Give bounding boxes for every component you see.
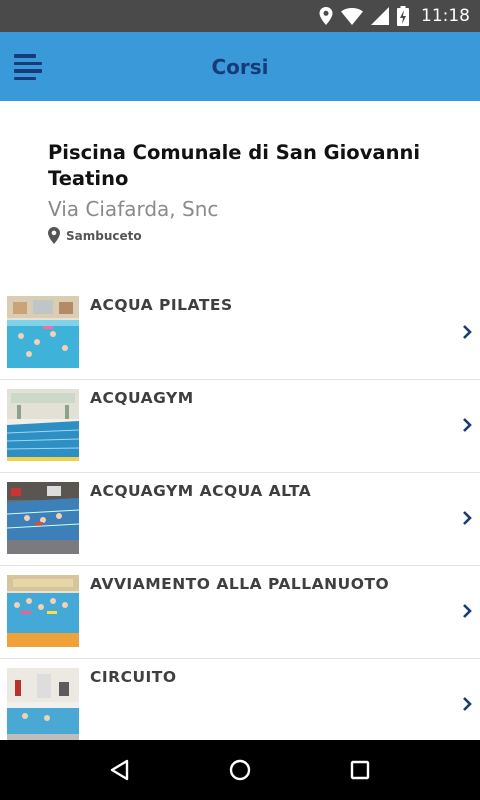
course-title: ACQUA PILATES <box>90 296 233 314</box>
pool-photo <box>7 668 79 740</box>
course-list: ACQUA PILATES ACQUAGYM ACQUAGYM ACQUA AL… <box>0 287 480 752</box>
list-item[interactable]: AVVIAMENTO ALLA PALLANUOTO <box>0 566 480 659</box>
location-icon <box>319 7 333 25</box>
course-title: ACQUAGYM ACQUA ALTA <box>90 482 312 500</box>
list-item[interactable]: ACQUAGYM ACQUA ALTA <box>0 473 480 566</box>
venue-city: Sambuceto <box>66 228 142 243</box>
list-item[interactable]: CIRCUITO <box>0 659 480 752</box>
chevron-right-icon <box>463 604 472 618</box>
status-time: 11:18 <box>421 6 470 26</box>
course-title: ACQUAGYM <box>90 389 194 407</box>
location-pin-icon <box>48 227 60 244</box>
page-title: Corsi <box>211 54 269 79</box>
home-icon[interactable] <box>220 750 260 790</box>
signal-icon <box>371 7 389 25</box>
list-item[interactable]: ACQUAGYM <box>0 380 480 473</box>
chevron-right-icon <box>463 511 472 525</box>
course-title: CIRCUITO <box>90 668 177 686</box>
nav-bar <box>0 740 480 800</box>
pool-photo <box>7 389 79 461</box>
back-icon[interactable] <box>100 750 140 790</box>
pool-photo <box>7 575 79 647</box>
menu-icon[interactable] <box>14 54 44 80</box>
venue-street: Via Ciafarda, Snc <box>48 197 219 221</box>
wifi-icon <box>341 7 363 25</box>
battery-charging-icon <box>397 6 409 26</box>
chevron-right-icon <box>463 325 472 339</box>
venue-name: Piscina Comunale di San Giovanni Teatino <box>48 141 421 190</box>
pool-photo <box>7 482 79 554</box>
chevron-right-icon <box>463 697 472 711</box>
list-item[interactable]: ACQUA PILATES <box>0 287 480 380</box>
chevron-right-icon <box>463 418 472 432</box>
venue-header: Piscina Comunale di San Giovanni Teatino… <box>48 140 448 244</box>
pool-photo <box>7 296 79 368</box>
course-title: AVVIAMENTO ALLA PALLANUOTO <box>90 575 390 593</box>
venue-city-row: Sambuceto <box>48 227 448 244</box>
status-bar: 11:18 <box>0 0 480 32</box>
recents-icon[interactable] <box>340 750 380 790</box>
app-bar: Corsi <box>0 32 480 101</box>
